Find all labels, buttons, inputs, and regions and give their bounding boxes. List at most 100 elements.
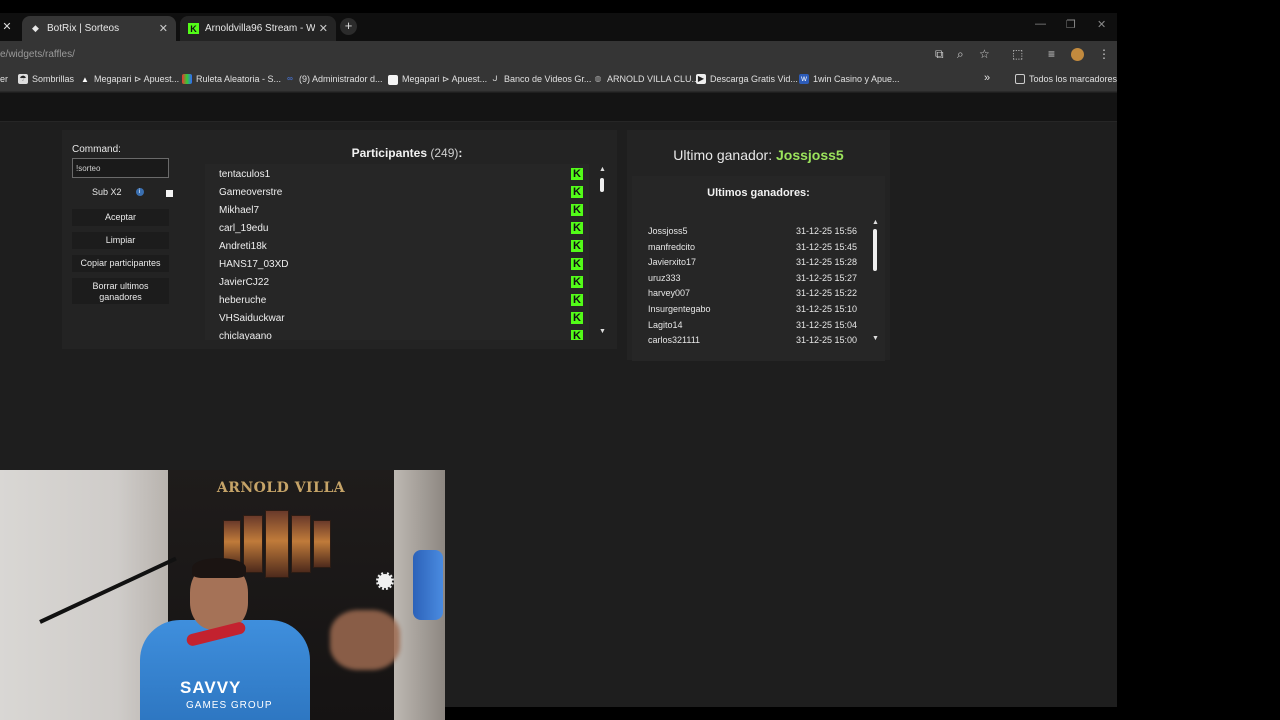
kick-icon: K bbox=[571, 186, 583, 198]
winner-name: uruz333 bbox=[648, 273, 681, 283]
scroll-up-icon[interactable]: ▲ bbox=[599, 166, 606, 173]
video-bank-icon: ᒍ bbox=[492, 74, 498, 83]
scroll-down-icon[interactable]: ▼ bbox=[599, 328, 606, 335]
page-header bbox=[0, 93, 1117, 122]
webcam-overlay: ARNOLD VILLA SAVVY GAMES GROUP bbox=[0, 470, 445, 720]
list-item: Gameoverstre bbox=[219, 187, 283, 198]
tab-kick-stream[interactable]: K Arnoldvilla96 Stream - Watch Li ✕ bbox=[180, 16, 336, 41]
list-item: carl_19edu bbox=[219, 223, 269, 234]
soccer-ball bbox=[376, 572, 394, 590]
last-winner-name: Jossjoss5 bbox=[776, 147, 844, 163]
zoom-icon[interactable]: ⌕ bbox=[957, 47, 964, 62]
umbrella-icon: ☂ bbox=[18, 74, 28, 84]
club-icon: ◍ bbox=[594, 74, 602, 83]
close-icon[interactable]: ✕ bbox=[319, 22, 328, 35]
winner-name: Jossjoss5 bbox=[648, 226, 688, 236]
jersey-subtext: GAMES GROUP bbox=[186, 700, 273, 711]
winner-name: Javierxito17 bbox=[648, 257, 697, 267]
participants-title: Participantes (249): bbox=[267, 146, 547, 160]
bookmark-label: Megapari ⊳ Apuest... bbox=[402, 74, 488, 84]
clear-button[interactable]: Limpiar bbox=[72, 232, 169, 249]
bookmark-item[interactable]: ◍ ARNOLD VILLA CLU... bbox=[593, 74, 700, 84]
last-winner-label: Ultimo ganador: bbox=[673, 147, 773, 163]
jersey-text: SAVVY bbox=[180, 678, 242, 697]
bookmark-item[interactable]: ☂ Sombrillas bbox=[18, 74, 74, 84]
scroll-thumb[interactable] bbox=[600, 178, 604, 192]
winners-list-title: Ultimos ganadores: bbox=[707, 187, 810, 199]
winner-date: 31-12-25 15:45 bbox=[796, 242, 858, 252]
list-item: Andreti18k bbox=[219, 241, 267, 252]
restore-icon[interactable]: ❐ bbox=[1066, 18, 1076, 31]
new-tab-button[interactable]: + bbox=[340, 18, 357, 35]
page-icon bbox=[388, 74, 398, 85]
copy-participants-button[interactable]: Copiar participantes bbox=[72, 255, 169, 272]
minimize-icon[interactable]: — bbox=[1035, 18, 1046, 30]
winner-name: manfredcito bbox=[648, 242, 696, 252]
sub-x2-checkbox[interactable] bbox=[166, 190, 173, 197]
bookmark-item[interactable]: w 1win Casino y Apue... bbox=[799, 74, 900, 84]
scroll-up-icon[interactable]: ▲ bbox=[872, 219, 879, 226]
profile-avatar[interactable] bbox=[1071, 48, 1084, 61]
kick-icon: K bbox=[571, 258, 583, 270]
scroll-thumb[interactable] bbox=[873, 229, 877, 271]
participants-scrollbar[interactable]: ▲ ▼ bbox=[599, 166, 606, 338]
winner-date: 31-12-25 15:10 bbox=[796, 304, 858, 314]
media-icon[interactable]: ≡ bbox=[1048, 47, 1055, 61]
extensions-icon[interactable]: ⬚ bbox=[1012, 47, 1023, 61]
bookmark-star-icon[interactable]: ☆ bbox=[979, 47, 990, 61]
menu-icon[interactable]: ⋮ bbox=[1098, 47, 1110, 61]
sub-x2-label: Sub X2 bbox=[92, 187, 122, 197]
winner-date: 31-12-25 15:00 bbox=[796, 335, 858, 345]
participants-count: (249) bbox=[430, 146, 459, 160]
info-icon[interactable]: i bbox=[135, 188, 144, 196]
winners-scrollbar[interactable]: ▲ ▼ bbox=[872, 219, 879, 345]
bookmark-label: 1win Casino y Apue... bbox=[813, 74, 900, 84]
list-item: chiclayaano bbox=[219, 331, 272, 340]
close-icon[interactable]: ✕ bbox=[0, 19, 14, 35]
winner-name: Lagito14 bbox=[648, 320, 683, 330]
wall-painting bbox=[265, 510, 289, 578]
bookmark-item[interactable]: ▶ Descarga Gratis Vid... bbox=[696, 74, 798, 84]
kick-icon: K bbox=[571, 312, 583, 324]
bookmark-item[interactable]: ▲ Megapari ⊳ Apuest... bbox=[80, 74, 179, 85]
bookmark-item[interactable]: Ruleta Aleatoria - S... bbox=[182, 74, 281, 84]
all-bookmarks-button[interactable]: Todos los marcadores bbox=[1015, 74, 1117, 84]
participants-list: tentaculos1 K Gameoverstre K Mikhael7 K … bbox=[205, 164, 589, 340]
meta-icon: ∞ bbox=[287, 74, 293, 83]
address-bar[interactable]: e/widgets/raffles/ bbox=[0, 49, 75, 60]
list-item: Mikhael7 bbox=[219, 205, 260, 216]
accept-button[interactable]: Aceptar bbox=[72, 209, 169, 226]
roulette-icon bbox=[182, 74, 192, 84]
command-input[interactable] bbox=[72, 158, 169, 178]
winner-name: Insurgentegabo bbox=[648, 304, 711, 314]
wall-painting bbox=[243, 515, 263, 573]
kick-icon: K bbox=[571, 294, 583, 306]
winner-name: harvey007 bbox=[648, 288, 691, 298]
window-close-icon[interactable]: ✕ bbox=[1097, 18, 1106, 31]
bookmark-item[interactable]: er bbox=[0, 74, 8, 84]
streamer-hand bbox=[330, 610, 400, 670]
winner-date: 31-12-25 15:04 bbox=[796, 320, 858, 330]
tab-botrix[interactable]: ◆ BotRix | Sorteos ✕ bbox=[22, 16, 176, 41]
bookmark-label: Todos los marcadores bbox=[1029, 74, 1117, 84]
scroll-down-icon[interactable]: ▼ bbox=[872, 335, 879, 342]
delete-winners-button[interactable]: Borrar ultimos ganadores bbox=[72, 278, 169, 304]
bookmark-item[interactable]: ∞ (9) Administrador d... bbox=[285, 74, 382, 84]
folder-icon bbox=[1015, 74, 1025, 84]
bookmark-item[interactable]: ᒍ Banco de Videos Gr... bbox=[490, 74, 591, 84]
winner-date: 31-12-25 15:27 bbox=[796, 273, 858, 283]
raffle-panel: Command: Sub X2 i Aceptar Limpiar Copiar… bbox=[62, 130, 617, 349]
translate-icon[interactable]: ⧉ bbox=[935, 47, 944, 62]
bookmark-label: ARNOLD VILLA CLU... bbox=[607, 74, 700, 84]
bookmark-label: Banco de Videos Gr... bbox=[504, 74, 592, 84]
winners-list: Ultimos ganadores: Jossjoss5 31-12-25 15… bbox=[632, 176, 885, 361]
streamer-hair bbox=[192, 558, 246, 578]
wall-painting bbox=[291, 515, 311, 573]
more-bookmarks-button[interactable]: » bbox=[984, 72, 990, 84]
winner-date: 31-12-25 15:28 bbox=[796, 257, 858, 267]
bookmark-item[interactable]: Megapari ⊳ Apuest... bbox=[388, 74, 487, 85]
address-toolbar: e/widgets/raffles/ ⧉ ⌕ ☆ ⬚ ≡ ⋮ bbox=[0, 41, 1117, 68]
close-icon[interactable]: ✕ bbox=[159, 22, 168, 35]
bookmark-label: Sombrillas bbox=[32, 74, 75, 84]
winner-name: carlos321111 bbox=[648, 335, 701, 345]
